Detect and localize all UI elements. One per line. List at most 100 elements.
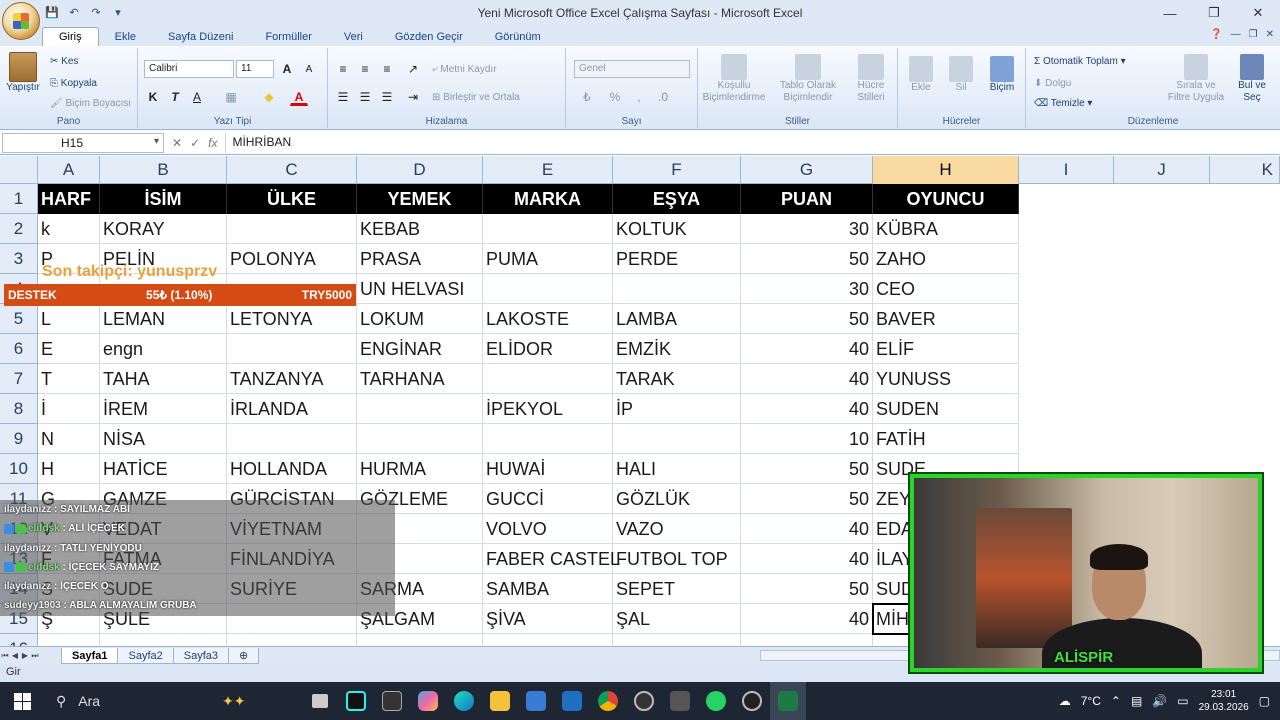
copilot-icon[interactable] [410,682,446,720]
cell-h8[interactable]: SUDEN [873,394,1019,424]
cell-h7[interactable]: YUNUSS [873,364,1019,394]
obs-icon[interactable] [734,682,770,720]
cell-h6[interactable]: ELİF [873,334,1019,364]
cell-g11[interactable]: 50 [741,484,873,514]
cell-b2[interactable]: KORAY [100,214,227,244]
tab-gozden-gecir[interactable]: Gözden Geçir [379,28,479,46]
col-header-a[interactable]: A [38,156,100,184]
epic-games-icon[interactable] [374,682,410,720]
whatsapp-icon[interactable] [698,682,734,720]
tiktok-icon[interactable] [338,682,374,720]
cell-g9[interactable]: 10 [741,424,873,454]
row-header-6[interactable]: 6 [0,334,38,364]
restore-button[interactable]: ❐ [1192,0,1236,26]
cell-e13[interactable]: FABER CASTEL [483,544,620,574]
cell-a5[interactable]: L [38,304,100,334]
cell-d3[interactable]: PRASA [357,244,483,274]
ribbon-restore-icon[interactable]: ❐ [1249,29,1258,40]
cell-styles-button[interactable]: Hücre Stilleri [848,54,894,104]
cell-d7[interactable]: TARHANA [357,364,483,394]
cell-a10[interactable]: H [38,454,100,484]
row-header-8[interactable]: 8 [0,394,38,424]
notification-icon[interactable]: ▢ [1259,694,1270,708]
format-painter-button[interactable]: 🖌 Biçim Boyacısı [50,98,131,109]
cell-b5[interactable]: LEMAN [100,304,227,334]
outlook-icon[interactable] [554,682,590,720]
cell-d4[interactable]: UN HELVASI [357,274,483,304]
cell-e7[interactable] [483,364,613,394]
col-header-d[interactable]: D [357,156,483,184]
close-button[interactable]: ✕ [1236,0,1280,26]
bold-icon[interactable]: K [144,88,162,106]
cell-e11[interactable]: GUCCİ [483,484,613,514]
cancel-icon[interactable]: ✕ [172,136,182,150]
cell-f14[interactable]: SEPET [613,574,741,604]
sheet-tab-sayfa3[interactable]: Sayfa3 [172,647,229,664]
header-oyuncu[interactable]: OYUNCU [873,184,1019,214]
cell-f13[interactable]: FUTBOL TOP [613,544,741,574]
header-puan[interactable]: PUAN [741,184,873,214]
cell-g16[interactable] [741,634,873,646]
header-isim[interactable]: İSİM [100,184,227,214]
name-box[interactable]: H15 [2,132,164,153]
format-cells-button[interactable]: Biçim [984,56,1020,93]
align-center-icon[interactable]: ☰ [356,88,374,106]
indent-icon[interactable]: ⇥ [404,88,422,106]
copy-button[interactable]: ⎘ Kopyala [50,78,97,89]
cell-f15[interactable]: ŞAL [613,604,741,634]
cell-e15[interactable]: ŞİVA [483,604,613,634]
row-header-3[interactable]: 3 [0,244,38,274]
minimize-button[interactable]: — [1148,0,1192,26]
tab-veri[interactable]: Veri [328,28,379,46]
tab-sayfa-duzeni[interactable]: Sayfa Düzeni [152,28,249,46]
cell-g4[interactable]: 30 [741,274,873,304]
cut-button[interactable]: ✂ Kes [50,56,78,67]
header-ulke[interactable]: ÜLKE [227,184,357,214]
cell-c6[interactable] [227,334,357,364]
align-bottom-icon[interactable]: ≡ [378,60,396,78]
cell-e6[interactable]: ELİDOR [483,334,613,364]
decimal-icon[interactable]: .0 [654,88,672,106]
workbook-close-icon[interactable]: ✕ [1266,29,1274,40]
cell-b10[interactable]: HATİCE [100,454,227,484]
cell-f2[interactable]: KOLTUK [613,214,741,244]
formula-input[interactable]: MİHRİBAN [225,132,1280,153]
battery-icon[interactable]: ▭ [1177,694,1188,708]
taskbar-search[interactable]: ⚲ Ara ✦✦ [44,682,302,720]
wrap-text-button[interactable]: ⤶ Metni Kaydır [432,64,497,75]
cell-f12[interactable]: VAZO [613,514,741,544]
sheet-tab-sayfa1[interactable]: Sayfa1 [61,647,119,664]
cell-f10[interactable]: HALI [613,454,741,484]
align-left-icon[interactable]: ☰ [334,88,352,106]
paste-button[interactable]: Yapıştır [6,52,40,93]
find-select-button[interactable]: Bul ve Seç [1230,54,1274,104]
cell-e16[interactable] [483,634,613,646]
excel-taskbar-icon[interactable] [770,682,806,720]
align-middle-icon[interactable]: ≡ [356,60,374,78]
cell-d2[interactable]: KEBAB [357,214,483,244]
sort-filter-button[interactable]: Sırala ve Filtre Uygula [1166,54,1226,104]
next-sheet-icon[interactable]: ▶ [20,651,30,660]
cell-a2[interactable]: k [38,214,100,244]
grow-font-icon[interactable]: A [278,60,296,78]
cell-c5[interactable]: LETONYA [227,304,357,334]
insert-cells-button[interactable]: Ekle [904,56,938,93]
cell-a16[interactable] [38,634,100,646]
cell-c3[interactable]: POLONYA [227,244,357,274]
cell-g14[interactable]: 50 [741,574,873,604]
cell-g15[interactable]: 40 [741,604,873,634]
cell-g6[interactable]: 40 [741,334,873,364]
font-size-combo[interactable]: 11 [236,60,274,78]
cell-c9[interactable] [227,424,357,454]
fill-color-icon[interactable]: ◆ [260,88,278,106]
align-top-icon[interactable]: ≡ [334,60,352,78]
file-explorer-icon[interactable] [482,682,518,720]
cell-c8[interactable]: İRLANDA [227,394,357,424]
cell-c2[interactable] [227,214,357,244]
cell-a9[interactable]: N [38,424,100,454]
format-table-button[interactable]: Tablo Olarak Biçimlendir [772,54,844,104]
task-view-icon[interactable] [302,682,338,720]
cell-d10[interactable]: HURMA [357,454,483,484]
header-harf[interactable]: HARF [38,184,100,214]
cell-e10[interactable]: HUWAİ [483,454,613,484]
